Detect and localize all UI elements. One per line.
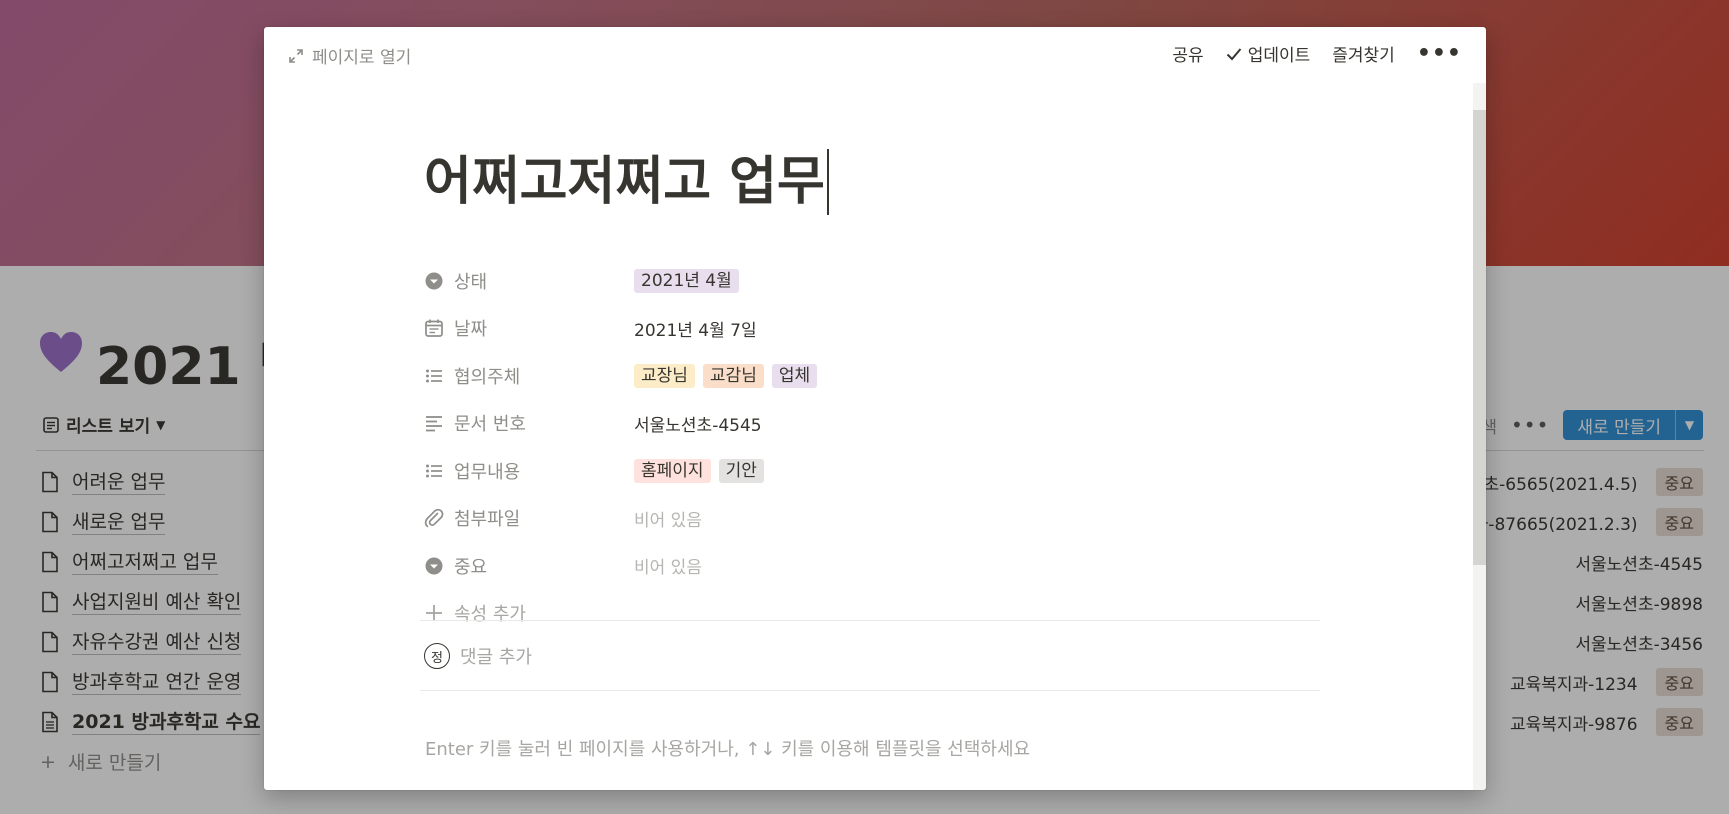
property-attachment[interactable]: 첨부파일 비어 있음 bbox=[424, 495, 1324, 543]
page-title[interactable]: 어쩌고저쩌고 업무 bbox=[424, 147, 825, 217]
updates-button[interactable]: 업데이트 bbox=[1226, 41, 1311, 66]
divider bbox=[420, 690, 1320, 691]
party-tag: 업체 bbox=[771, 363, 818, 388]
page-header: 어쩌고저쩌고 업무 bbox=[424, 147, 1324, 217]
select-icon bbox=[425, 272, 443, 290]
property-value[interactable]: 비어 있음 bbox=[634, 506, 702, 531]
divider bbox=[420, 620, 1320, 621]
property-important[interactable]: 중요 비어 있음 bbox=[424, 542, 1324, 590]
property-status[interactable]: 상태 2021년 4월 bbox=[424, 257, 1324, 305]
important-label: 중요 bbox=[454, 556, 488, 578]
property-label[interactable]: 중요 bbox=[424, 553, 634, 579]
doc-number-label: 문서 번호 bbox=[454, 414, 526, 436]
property-parties[interactable]: 협의주체 교장님 교감님 업체 bbox=[424, 352, 1324, 400]
status-tag: 2021년 4월 bbox=[634, 268, 739, 293]
more-options-icon[interactable]: ••• bbox=[1417, 41, 1462, 66]
select-icon bbox=[425, 557, 443, 575]
property-value[interactable]: 서울노션초-4545 bbox=[634, 411, 762, 436]
add-property-button[interactable]: 속성 추가 bbox=[424, 600, 526, 626]
doc-number-value: 서울노션초-4545 bbox=[634, 415, 762, 436]
empty-page-hint: Enter 키를 눌러 빈 페이지를 사용하거나, ↑↓ 키를 이용해 템플릿을… bbox=[425, 739, 1031, 760]
important-value: 비어 있음 bbox=[634, 558, 702, 579]
calendar-icon bbox=[425, 319, 443, 338]
property-label[interactable]: 첨부파일 bbox=[424, 505, 634, 531]
text-caret bbox=[826, 149, 829, 215]
share-button[interactable]: 공유 bbox=[1172, 41, 1203, 66]
parties-label: 협의주체 bbox=[454, 366, 521, 388]
work-label: 업무내용 bbox=[454, 461, 521, 483]
open-as-page-button[interactable]: 페이지로 열기 bbox=[288, 43, 411, 68]
properties-panel: 상태 2021년 4월 날짜 2021년 4월 7일 협의주체 교장님 교감님 bbox=[424, 257, 1324, 590]
property-label[interactable]: 날짜 bbox=[424, 315, 634, 341]
attachment-value: 비어 있음 bbox=[634, 510, 702, 531]
expand-icon bbox=[289, 48, 303, 63]
open-as-page-label: 페이지로 열기 bbox=[312, 48, 412, 68]
property-value[interactable]: 2021년 4월 bbox=[634, 268, 739, 293]
add-comment-placeholder: 댓글 추가 bbox=[460, 647, 532, 668]
modal-actions: 공유 업데이트 즐겨찾기 ••• bbox=[1172, 41, 1462, 66]
paperclip-icon bbox=[424, 509, 444, 528]
date-label: 날짜 bbox=[454, 319, 488, 341]
property-label[interactable]: 상태 bbox=[424, 268, 634, 294]
property-work[interactable]: 업무내용 홈페이지 기안 bbox=[424, 447, 1324, 495]
property-value[interactable]: 교장님 교감님 업체 bbox=[634, 363, 818, 388]
page-peek-modal: 페이지로 열기 공유 업데이트 즐겨찾기 ••• 어쩌고저쩌고 업무 상태 20… bbox=[264, 27, 1486, 790]
property-date[interactable]: 날짜 2021년 4월 7일 bbox=[424, 305, 1324, 353]
property-value[interactable]: 비어 있음 bbox=[634, 553, 702, 578]
modal-scrollbar[interactable] bbox=[1473, 83, 1486, 790]
updates-label: 업데이트 bbox=[1247, 46, 1311, 66]
status-label: 상태 bbox=[454, 271, 488, 293]
modal-topbar: 페이지로 열기 공유 업데이트 즐겨찾기 ••• bbox=[264, 27, 1486, 83]
property-doc-number[interactable]: 문서 번호 서울노션초-4545 bbox=[424, 400, 1324, 448]
add-comment-field[interactable]: 정 댓글 추가 bbox=[424, 643, 532, 669]
property-value[interactable]: 2021년 4월 7일 bbox=[634, 316, 757, 341]
work-tag: 기안 bbox=[718, 458, 764, 483]
date-value: 2021년 4월 7일 bbox=[634, 320, 757, 341]
multi-select-icon bbox=[426, 464, 442, 478]
text-icon bbox=[426, 416, 442, 432]
property-label[interactable]: 업무내용 bbox=[424, 458, 634, 484]
party-tag: 교감님 bbox=[702, 363, 764, 388]
attachment-label: 첨부파일 bbox=[454, 509, 521, 531]
add-property-label: 속성 추가 bbox=[454, 604, 526, 625]
page-title-field[interactable]: 어쩌고저쩌고 업무 bbox=[424, 147, 1324, 217]
scrollbar-thumb[interactable] bbox=[1473, 110, 1486, 565]
favorite-button[interactable]: 즐겨찾기 bbox=[1332, 41, 1395, 66]
property-value[interactable]: 홈페이지 기안 bbox=[634, 458, 764, 483]
check-icon bbox=[1226, 47, 1241, 60]
property-label[interactable]: 문서 번호 bbox=[424, 410, 634, 436]
property-label[interactable]: 협의주체 bbox=[424, 363, 634, 389]
multi-select-icon bbox=[426, 369, 442, 383]
party-tag: 교장님 bbox=[634, 363, 695, 388]
avatar: 정 bbox=[424, 643, 450, 669]
work-tag: 홈페이지 bbox=[634, 458, 711, 483]
